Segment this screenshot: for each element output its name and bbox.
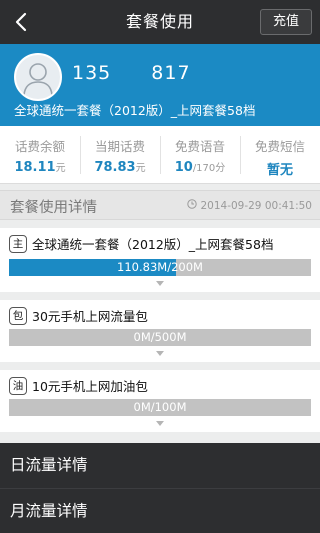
balance-stats: 话费余额 18.11元 当期话费 78.83元 免费语音 10/170分 免费短… — [0, 126, 320, 184]
stat-current-bill: 当期话费 78.83元 — [80, 126, 160, 183]
daily-traffic-link[interactable]: 日流量详情 — [0, 443, 320, 488]
package-card[interactable]: 油 10元手机上网加油包 0M/100M — [0, 370, 320, 432]
timestamp: 2014-09-29 00:41:50 — [200, 199, 312, 212]
stat-label: 免费短信 — [254, 139, 305, 154]
phone-prefix: 135 — [72, 62, 112, 84]
clock-icon — [187, 199, 198, 212]
usage-text: 0M/100M — [133, 400, 187, 414]
stat-unit: 元 — [55, 163, 66, 174]
package-name: 30元手机上网流量包 — [32, 309, 148, 324]
stat-unit: /170分 — [192, 163, 226, 174]
package-card[interactable]: 包 30元手机上网流量包 0M/500M — [0, 300, 320, 362]
chevron-down-icon[interactable] — [156, 351, 164, 356]
update-time: 2014-09-29 00:41:50 — [187, 199, 312, 212]
phone-number: 135 817 — [72, 62, 191, 84]
top-bar: 套餐使用 充值 — [0, 0, 320, 44]
usage-bar: 0M/100M — [9, 399, 311, 416]
stat-label: 当期话费 — [94, 139, 145, 154]
stat-value: 78.83 — [94, 160, 136, 175]
chevron-down-icon[interactable] — [156, 421, 164, 426]
profile-banner: 135 817 全球通统一套餐（2012版）_上网套餐58档 — [0, 44, 320, 126]
chevron-down-icon[interactable] — [156, 281, 164, 286]
plan-name: 全球通统一套餐（2012版）_上网套餐58档 — [14, 103, 256, 118]
usage-text: 0M/500M — [133, 330, 187, 344]
stat-value: 暂无 — [266, 163, 293, 178]
package-card[interactable]: 主 全球通统一套餐（2012版）_上网套餐58档 110.83M/200M — [0, 228, 320, 292]
usage-text: 110.83M/200M — [117, 260, 203, 274]
package-tag: 油 — [9, 376, 27, 395]
stat-value: 10 — [174, 160, 193, 175]
stat-unit: 元 — [135, 163, 146, 174]
package-name: 全球通统一套餐（2012版）_上网套餐58档 — [32, 237, 274, 252]
stat-free-sms: 免费短信 暂无 — [240, 126, 320, 183]
monthly-traffic-link[interactable]: 月流量详情 — [0, 489, 320, 533]
recharge-button[interactable]: 充值 — [260, 9, 312, 35]
package-name: 10元手机上网加油包 — [32, 379, 148, 394]
usage-bar: 110.83M/200M — [9, 259, 311, 276]
avatar-icon[interactable] — [14, 53, 62, 101]
stat-balance: 话费余额 18.11元 — [0, 126, 80, 183]
section-title: 套餐使用详情 — [10, 200, 97, 216]
usage-bar: 0M/500M — [9, 329, 311, 346]
stat-label: 话费余额 — [14, 139, 65, 154]
usage-section-header: 套餐使用详情 2014-09-29 00:41:50 — [0, 190, 320, 220]
stat-value: 18.11 — [14, 160, 56, 175]
phone-suffix: 817 — [151, 62, 191, 84]
stat-free-voice: 免费语音 10/170分 — [160, 126, 240, 183]
stat-label: 免费语音 — [174, 139, 225, 154]
package-tag: 包 — [9, 306, 27, 325]
package-tag: 主 — [9, 234, 27, 253]
